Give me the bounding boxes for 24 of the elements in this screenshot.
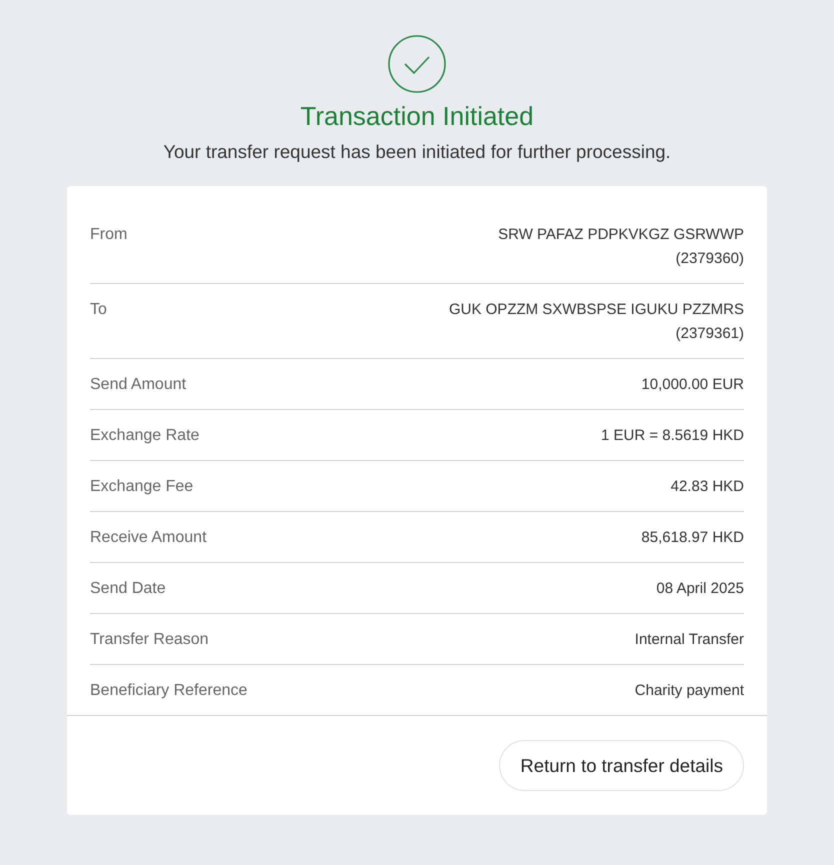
- success-title: Transaction Initiated: [300, 101, 534, 131]
- detail-label: Exchange Fee: [90, 477, 194, 497]
- detail-label: To: [90, 300, 107, 320]
- detail-label: Send Date: [90, 579, 166, 599]
- detail-value: Charity payment: [634, 681, 744, 701]
- detail-label: Transfer Reason: [90, 630, 209, 650]
- detail-value: SRW PAFAZ PDPKVKGZ GSRWWP: [498, 225, 744, 245]
- detail-value: (2379361): [676, 324, 744, 344]
- success-check-icon: [388, 35, 446, 93]
- success-message: Your transfer request has been initiated for further processing.: [163, 141, 671, 163]
- detail-value: 1 EUR = 8.5619 HKD: [601, 426, 744, 446]
- detail-value: Internal Transfer: [634, 630, 744, 650]
- detail-label: Receive Amount: [90, 528, 207, 548]
- detail-value: GUK OPZZM SXWBSPSE IGUKU PZZMRS: [448, 300, 744, 320]
- detail-value: 10,000.00 EUR: [641, 375, 744, 395]
- detail-value: 42.83 HKD: [670, 477, 744, 497]
- detail-label: Send Amount: [90, 375, 186, 395]
- detail-value: 85,618.97 HKD: [641, 528, 744, 548]
- detail-label: From: [90, 225, 128, 245]
- detail-value: (2379360): [676, 249, 744, 269]
- detail-label: Exchange Rate: [90, 426, 200, 446]
- detail-value: 08 April 2025: [656, 579, 744, 599]
- return-button[interactable]: Return to transfer details: [499, 740, 744, 791]
- detail-label: Beneficiary Reference: [90, 681, 248, 701]
